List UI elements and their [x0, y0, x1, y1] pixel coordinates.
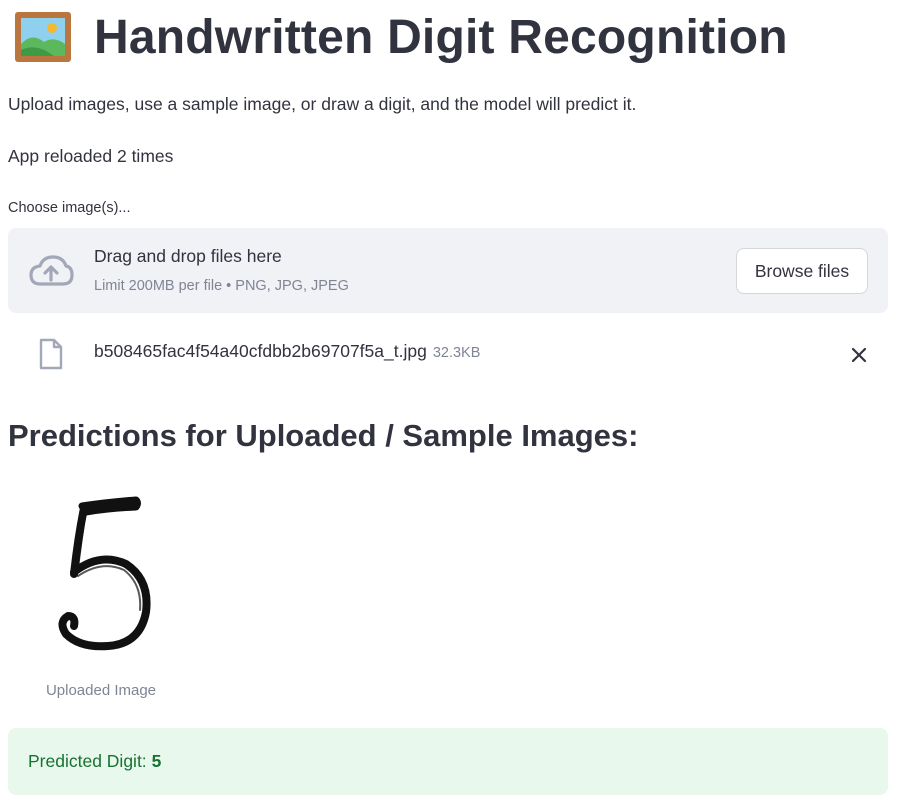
app-page: Handwritten Digit Recognition Upload ima… [0, 0, 900, 795]
close-icon[interactable] [846, 342, 872, 368]
title-row: Handwritten Digit Recognition [14, 4, 788, 70]
dropzone-title: Drag and drop files here [94, 246, 282, 266]
uploader-label: Choose image(s)... [8, 200, 131, 216]
framed-picture-icon [15, 12, 71, 62]
cloud-upload-icon [29, 255, 74, 286]
prediction-value: 5 [151, 751, 162, 771]
predictions-heading: Predictions for Uploaded / Sample Images… [8, 418, 639, 453]
file-dropzone[interactable]: Drag and drop files here Limit 200MB per… [8, 228, 888, 313]
image-caption: Uploaded Image [45, 682, 157, 699]
dropzone-limit: Limit 200MB per file • PNG, JPG, JPEG [94, 278, 349, 294]
file-name-row: b508465fac4f54a40cfdbb2b69707f5a_t.jpg 32… [94, 341, 480, 362]
intro-description: Upload images, use a sample image, or dr… [8, 94, 637, 114]
reload-status: App reloaded 2 times [8, 146, 174, 166]
prediction-result-alert: Predicted Digit: 5 [8, 728, 888, 795]
uploaded-digit-image [38, 488, 164, 658]
file-size: 32.3KB [432, 345, 481, 361]
page-title: Handwritten Digit Recognition [94, 10, 788, 64]
uploaded-file-item: b508465fac4f54a40cfdbb2b69707f5a_t.jpg 32… [8, 330, 888, 376]
file-icon [39, 338, 63, 370]
file-name: b508465fac4f54a40cfdbb2b69707f5a_t.jpg [94, 341, 427, 361]
browse-files-button[interactable]: Browse files [736, 248, 868, 294]
prediction-label: Predicted Digit: [28, 751, 147, 771]
